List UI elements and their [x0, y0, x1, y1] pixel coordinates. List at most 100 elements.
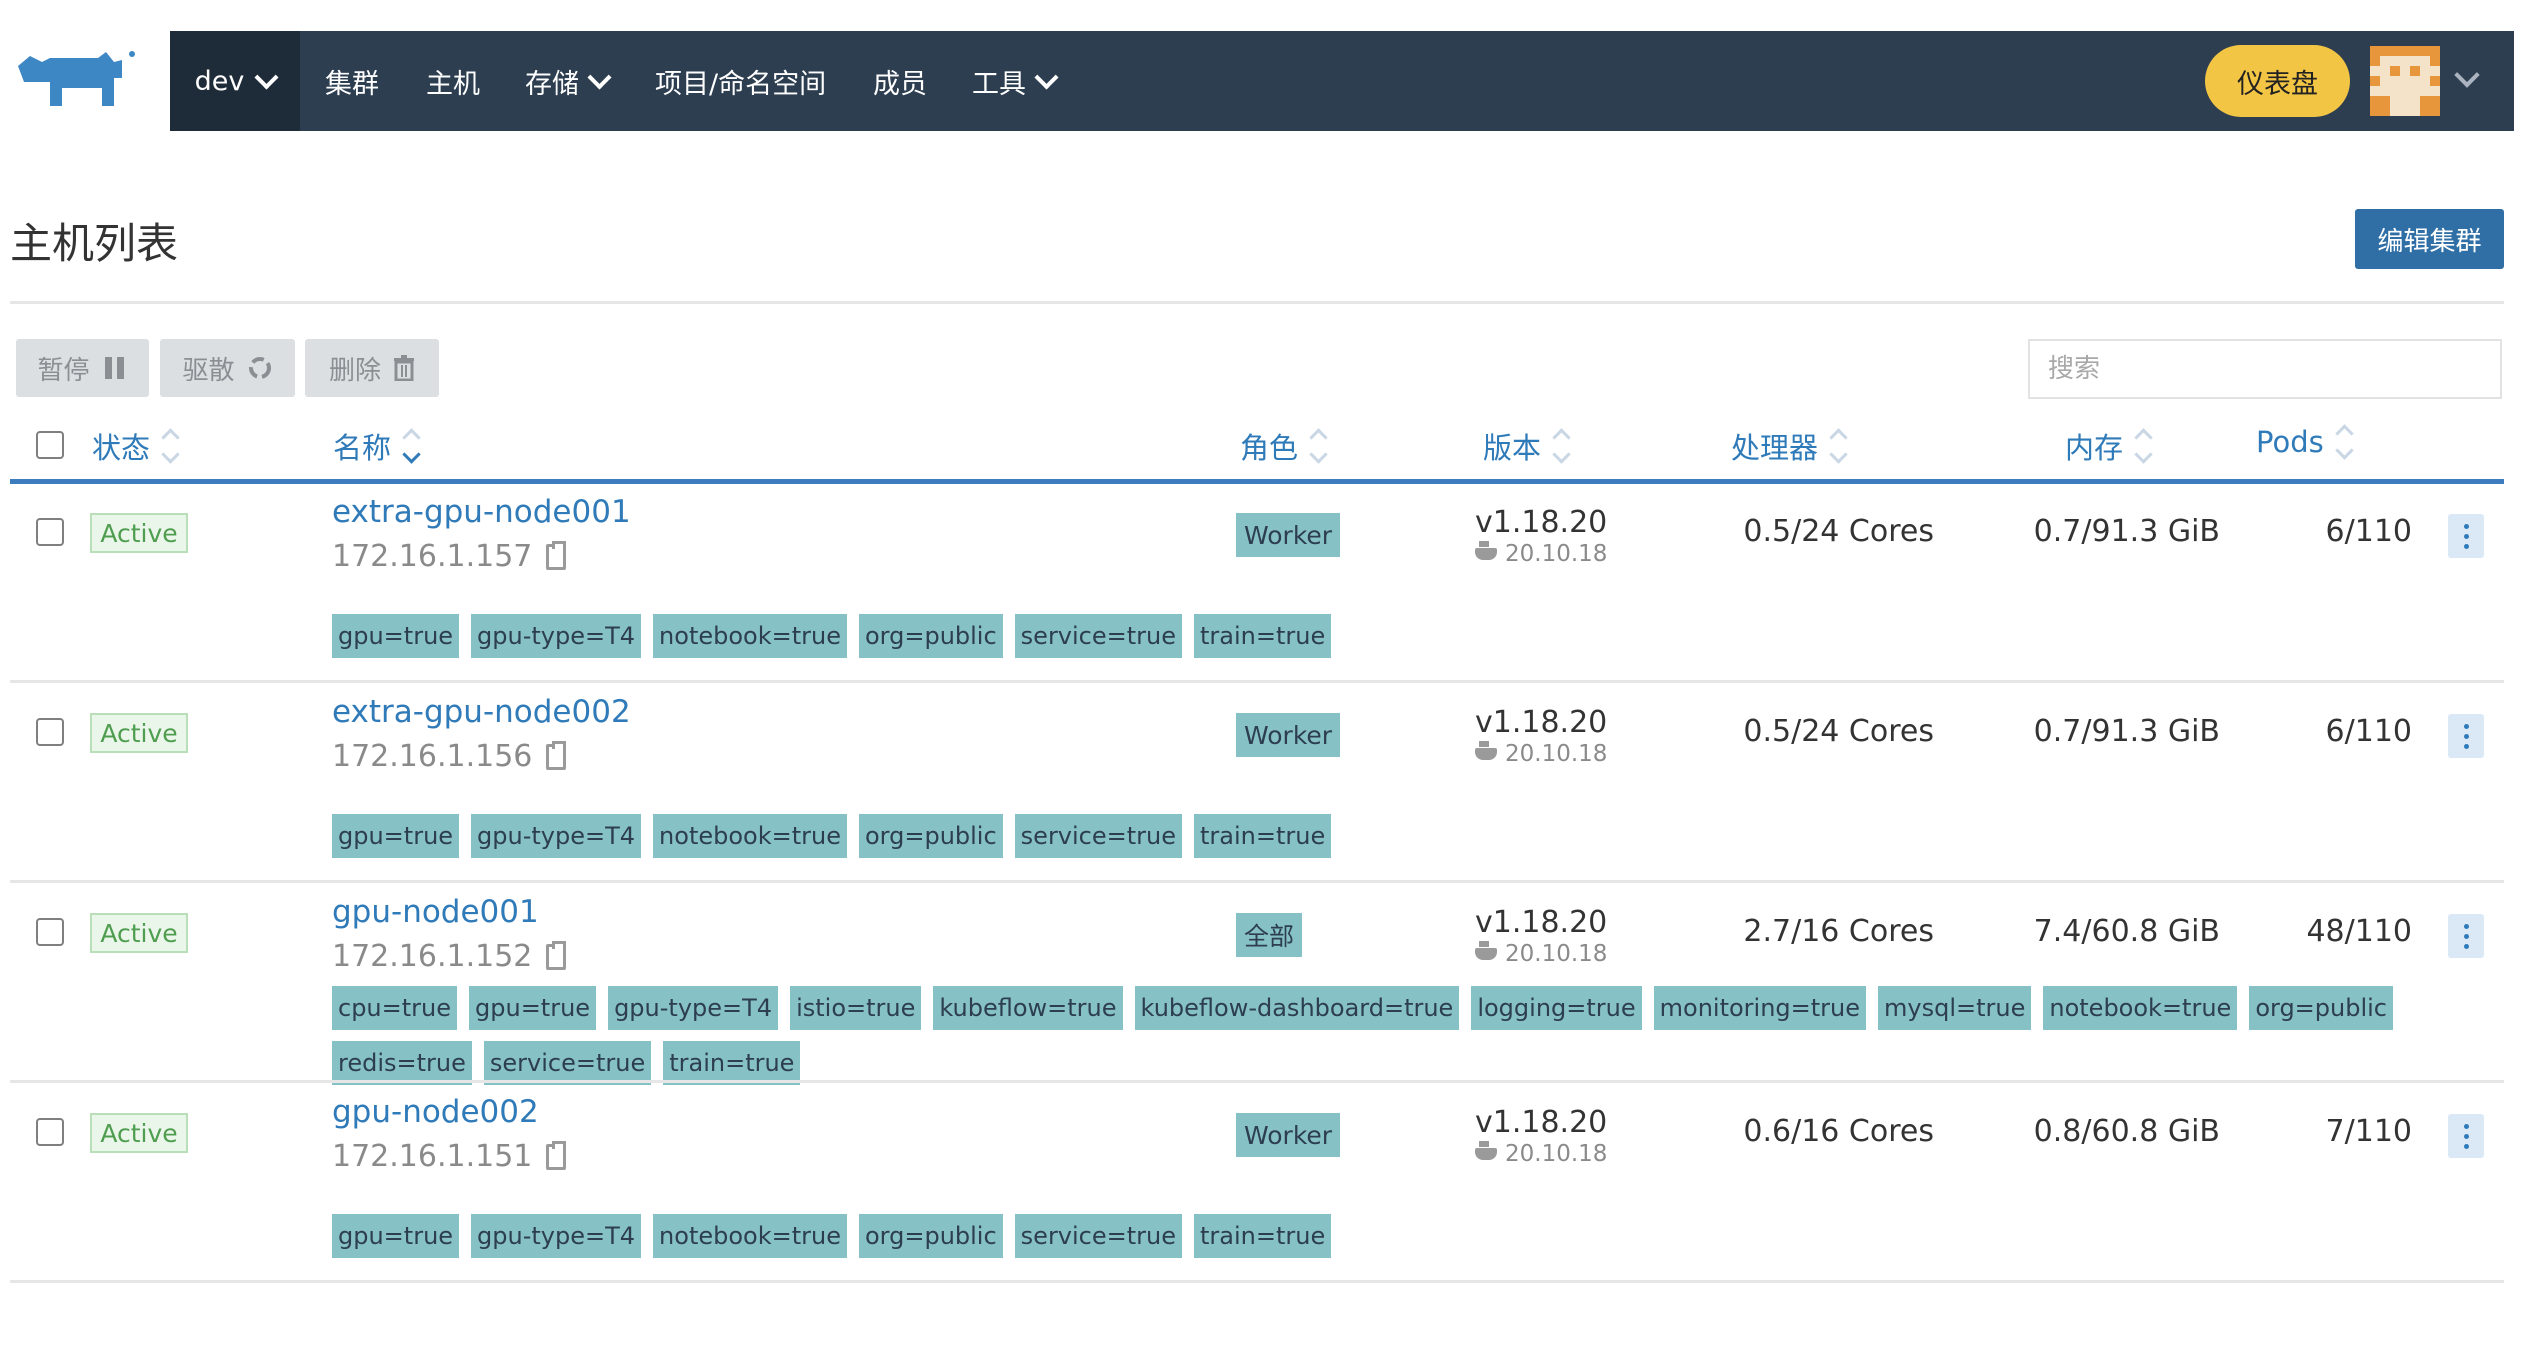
row-checkbox[interactable]	[36, 518, 64, 546]
docker-version-text: 20.10.18	[1505, 741, 1608, 767]
node-label-tag: service=true	[1014, 614, 1183, 658]
chevron-down-icon	[587, 64, 612, 90]
column-header-cpu[interactable]: 处理器	[1731, 425, 1848, 467]
user-avatar[interactable]	[2370, 46, 2440, 116]
docker-icon	[1475, 541, 1497, 560]
kebab-menu-icon	[2463, 523, 2469, 529]
node-label-tag: org=public	[2249, 986, 2393, 1030]
docker-version: 20.10.18	[1475, 541, 1607, 567]
cluster-switcher[interactable]: dev	[170, 31, 300, 131]
copy-icon[interactable]	[546, 940, 567, 970]
delete-button[interactable]: 删除	[305, 339, 439, 397]
host-ip-text: 172.16.1.152	[332, 939, 533, 974]
host-ip-text: 172.16.1.156	[332, 739, 533, 774]
node-label-tag: train=true	[1194, 614, 1332, 658]
sort-icon	[1829, 428, 1848, 464]
row-actions-menu[interactable]	[2448, 914, 2484, 958]
node-label-tag: logging=true	[1471, 986, 1642, 1030]
host-name-link[interactable]: extra-gpu-node002	[332, 694, 631, 730]
column-header-role[interactable]: 角色	[1240, 425, 1328, 467]
host-name-link[interactable]: gpu-node002	[332, 1094, 539, 1130]
memory-usage: 0.7/91.3 GiB	[2033, 714, 2220, 749]
column-header-version[interactable]: 版本	[1483, 425, 1571, 467]
pods-usage: 6/110	[2325, 714, 2412, 749]
nav-label: 工具	[972, 68, 1026, 100]
column-header-memory[interactable]: 内存	[2065, 425, 2153, 467]
row-checkbox[interactable]	[36, 1118, 64, 1146]
node-label-tag: redis=true	[332, 1041, 472, 1085]
node-labels: gpu=true gpu-type=T4 notebook=true org=publ…	[332, 614, 2502, 658]
docker-version: 20.10.18	[1475, 941, 1607, 967]
nav-tools[interactable]: 工具	[972, 31, 1059, 131]
row-actions-menu[interactable]	[2448, 1114, 2484, 1158]
k8s-version: v1.18.20	[1475, 705, 1608, 740]
nav-hosts[interactable]: 主机	[426, 31, 480, 131]
sort-icon	[161, 428, 180, 464]
node-labels: cpu=true gpu=true gpu-type=T4 istio=true kub…	[332, 986, 2502, 1085]
node-label-tag: notebook=true	[2043, 986, 2238, 1030]
edit-cluster-button[interactable]: 编辑集群	[2355, 209, 2504, 269]
search-input[interactable]	[2028, 339, 2502, 399]
column-label: 处理器	[1731, 431, 1819, 465]
row-actions-menu[interactable]	[2448, 714, 2484, 758]
host-ip-text: 172.16.1.157	[332, 539, 533, 574]
docker-version: 20.10.18	[1475, 1141, 1607, 1167]
rancher-logo-icon[interactable]	[10, 48, 145, 123]
row-checkbox[interactable]	[36, 718, 64, 746]
column-header-pods[interactable]: Pods	[2256, 424, 2354, 460]
pause-button[interactable]: 暂停	[16, 339, 149, 397]
host-ip: 172.16.1.156	[332, 739, 567, 774]
drain-button[interactable]: 驱散	[160, 339, 295, 397]
copy-icon[interactable]	[546, 540, 567, 570]
host-name-link[interactable]: extra-gpu-node001	[332, 494, 631, 530]
chevron-down-icon	[1034, 64, 1059, 90]
role-badge: Worker	[1236, 1113, 1341, 1157]
nav-members[interactable]: 成员	[873, 31, 927, 131]
divider	[10, 301, 2504, 304]
node-label-tag: train=true	[1194, 814, 1332, 858]
node-label-tag: gpu-type=T4	[471, 1214, 642, 1258]
node-labels: gpu=true gpu-type=T4 notebook=true org=publ…	[332, 1214, 2502, 1258]
cpu-usage: 2.7/16 Cores	[1743, 914, 1934, 949]
column-label: Pods	[2256, 425, 2324, 459]
nav-label: 集群	[325, 68, 379, 100]
kebab-menu-icon	[2463, 723, 2469, 729]
docker-version-text: 20.10.18	[1505, 541, 1608, 567]
nav-clusters[interactable]: 集群	[325, 31, 379, 131]
pods-usage: 6/110	[2325, 514, 2412, 549]
table-row: Active gpu-node001 172.16.1.152 全部 v1.18…	[10, 884, 2504, 1085]
pause-icon	[104, 357, 124, 379]
sort-icon	[1552, 428, 1571, 464]
chevron-down-icon	[254, 64, 279, 90]
sort-icon	[2134, 428, 2153, 464]
copy-icon[interactable]	[546, 740, 567, 770]
node-label-tag: notebook=true	[653, 614, 847, 658]
pause-label: 暂停	[37, 355, 90, 386]
nav-storage[interactable]: 存储	[525, 31, 612, 131]
table-row: Active extra-gpu-node002 172.16.1.156 Wo…	[10, 684, 2504, 884]
page-title: 主机列表	[10, 219, 179, 268]
nav-label: 存储	[525, 68, 579, 100]
node-label-tag: kubeflow=true	[933, 986, 1123, 1030]
column-header-name[interactable]: 名称	[333, 425, 421, 467]
row-actions-menu[interactable]	[2448, 514, 2484, 558]
row-checkbox[interactable]	[36, 918, 64, 946]
table-row: Active gpu-node002 172.16.1.151 Worker v…	[10, 1084, 2504, 1284]
user-menu-chevron[interactable]	[2454, 62, 2480, 88]
nav-label: 成员	[873, 68, 927, 100]
status-badge: Active	[90, 1113, 188, 1153]
nav-projects-namespaces[interactable]: 项目/命名空间	[655, 31, 826, 131]
sort-icon	[2335, 424, 2354, 460]
cpu-usage: 0.5/24 Cores	[1743, 714, 1934, 749]
docker-version-text: 20.10.18	[1505, 941, 1608, 967]
dashboard-button[interactable]: 仪表盘	[2205, 45, 2350, 117]
cpu-usage: 0.6/16 Cores	[1743, 1114, 1934, 1149]
node-label-tag: service=true	[1014, 814, 1183, 858]
pods-usage: 7/110	[2325, 1114, 2412, 1149]
column-header-state[interactable]: 状态	[92, 425, 180, 467]
node-label-tag: org=public	[858, 1214, 1003, 1258]
row-divider	[10, 1080, 2504, 1083]
host-name-link[interactable]: gpu-node001	[332, 894, 539, 930]
select-all-checkbox[interactable]	[36, 431, 64, 459]
copy-icon[interactable]	[546, 1140, 567, 1170]
